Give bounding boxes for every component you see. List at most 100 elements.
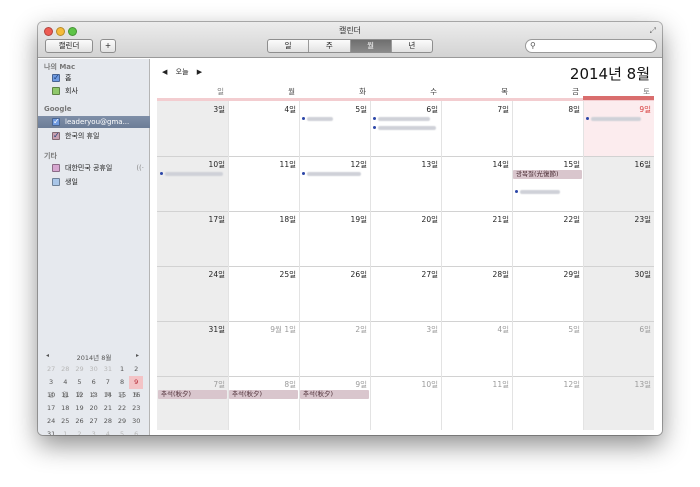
calendar-item-google-account[interactable]: ✓ leaderyou@gma...: [38, 116, 150, 128]
day-number[interactable]: 11일: [441, 379, 509, 390]
mini-day[interactable]: 1: [58, 428, 72, 435]
mini-day[interactable]: 18: [58, 402, 72, 415]
fullscreen-icon[interactable]: ⤢: [650, 26, 656, 36]
day-number[interactable]: 19일: [299, 214, 367, 225]
mini-day[interactable]: 4: [101, 428, 115, 435]
holiday-event-gwangbok[interactable]: 광복절(光復節): [513, 170, 582, 179]
day-number[interactable]: 13일: [370, 159, 438, 170]
mini-day[interactable]: 24: [44, 415, 58, 428]
day-number[interactable]: 20일: [370, 214, 438, 225]
mini-day[interactable]: 25: [58, 415, 72, 428]
mini-day[interactable]: 7: [101, 376, 115, 389]
day-number[interactable]: 10일: [157, 159, 225, 170]
day-number[interactable]: 10일: [370, 379, 438, 390]
mini-day[interactable]: 5: [115, 428, 129, 435]
calendar-event[interactable]: [373, 124, 438, 132]
calendar-event[interactable]: [160, 170, 225, 178]
day-number[interactable]: 26일: [299, 269, 367, 280]
mini-day[interactable]: 17: [44, 402, 58, 415]
day-number[interactable]: 21일: [441, 214, 509, 225]
day-number[interactable]: 25일: [228, 269, 296, 280]
day-number[interactable]: 23일: [583, 214, 651, 225]
holiday-event-chuseok[interactable]: 추석(秋夕): [300, 390, 369, 399]
holiday-event-chuseok[interactable]: 추석(秋夕): [229, 390, 298, 399]
search-input[interactable]: ⚲: [525, 39, 657, 53]
day-number[interactable]: 15일: [512, 159, 580, 170]
day-number[interactable]: 22일: [512, 214, 580, 225]
calendar-event[interactable]: [373, 115, 438, 123]
mini-day[interactable]: 2: [72, 428, 86, 435]
mini-day[interactable]: 30: [129, 415, 143, 428]
calendar-event[interactable]: [302, 115, 367, 123]
mini-day[interactable]: 20: [87, 402, 101, 415]
day-number[interactable]: 5일: [299, 104, 367, 115]
day-number[interactable]: 24일: [157, 269, 225, 280]
mini-day[interactable]: 28: [101, 415, 115, 428]
view-week-tab[interactable]: 주: [309, 40, 351, 52]
mini-day[interactable]: 26: [72, 415, 86, 428]
prev-month-button[interactable]: ◀: [162, 68, 167, 76]
mini-day[interactable]: 30: [87, 363, 101, 376]
day-number[interactable]: 2일: [299, 324, 367, 335]
mini-day[interactable]: 22: [115, 402, 129, 415]
calendar-item-korean-holidays[interactable]: ✓ 한국의 휴일: [38, 130, 150, 142]
day-number[interactable]: 17일: [157, 214, 225, 225]
mini-day[interactable]: 28: [58, 363, 72, 376]
mini-day[interactable]: 3: [87, 428, 101, 435]
day-number[interactable]: 12일: [299, 159, 367, 170]
mini-day[interactable]: 1: [115, 363, 129, 376]
checkbox-icon[interactable]: [52, 178, 60, 186]
mini-day[interactable]: 31: [44, 428, 58, 435]
day-number[interactable]: 31일: [157, 324, 225, 335]
mini-day[interactable]: 4: [58, 376, 72, 389]
calendar-event[interactable]: [302, 170, 367, 178]
mini-day[interactable]: 9: [129, 376, 144, 389]
mini-day[interactable]: 6: [87, 376, 101, 389]
day-number[interactable]: 4일: [441, 324, 509, 335]
mini-day[interactable]: 27: [87, 415, 101, 428]
day-number[interactable]: 6일: [583, 324, 651, 335]
day-number[interactable]: 8일: [512, 104, 580, 115]
day-number[interactable]: 13일: [583, 379, 651, 390]
mini-day[interactable]: 23: [129, 402, 143, 415]
mini-day[interactable]: 29: [72, 363, 86, 376]
day-number[interactable]: 8일: [228, 379, 296, 390]
mini-day[interactable]: 2: [129, 363, 143, 376]
checkbox-icon[interactable]: ✓: [52, 131, 60, 140]
mini-day[interactable]: 3: [44, 376, 58, 389]
day-number[interactable]: 12일: [512, 379, 580, 390]
mini-day[interactable]: 21: [101, 402, 115, 415]
day-number[interactable]: 9일: [299, 379, 367, 390]
day-number[interactable]: 11일: [228, 159, 296, 170]
day-number[interactable]: 7일: [157, 379, 225, 390]
next-month-button[interactable]: ▶: [197, 68, 202, 76]
checkbox-icon[interactable]: ✓: [52, 73, 60, 82]
view-day-tab[interactable]: 일: [268, 40, 310, 52]
day-number[interactable]: 9일: [583, 104, 651, 115]
holiday-event-chuseok[interactable]: 추석(秋夕): [158, 390, 227, 399]
day-number[interactable]: 29일: [512, 269, 580, 280]
mini-next-month-icon[interactable]: ▸: [136, 352, 139, 359]
day-number[interactable]: 18일: [228, 214, 296, 225]
mini-day[interactable]: 31: [101, 363, 115, 376]
checkbox-icon[interactable]: [52, 87, 60, 95]
mini-day[interactable]: 5: [72, 376, 86, 389]
today-button[interactable]: 오늘: [176, 68, 189, 76]
day-number[interactable]: 7일: [441, 104, 509, 115]
calendar-item-birthdays[interactable]: 생일: [38, 176, 150, 188]
day-number[interactable]: 3일: [157, 104, 225, 115]
day-number[interactable]: 30일: [583, 269, 651, 280]
day-number[interactable]: 5일: [512, 324, 580, 335]
day-number[interactable]: 28일: [441, 269, 509, 280]
calendar-item-work[interactable]: 회사: [38, 85, 150, 97]
mini-day[interactable]: 29: [115, 415, 129, 428]
day-number[interactable]: 3일: [370, 324, 438, 335]
day-number[interactable]: 4일: [228, 104, 296, 115]
calendar-item-kr-public-holidays[interactable]: 대한민국 공휴일 ((·: [38, 162, 150, 174]
checkbox-icon[interactable]: ✓: [52, 117, 60, 126]
view-month-tab[interactable]: 월: [350, 40, 392, 52]
checkbox-icon[interactable]: [52, 164, 60, 172]
mini-day[interactable]: 19: [72, 402, 86, 415]
calendar-event[interactable]: [586, 115, 651, 123]
day-number[interactable]: 16일: [583, 159, 651, 170]
